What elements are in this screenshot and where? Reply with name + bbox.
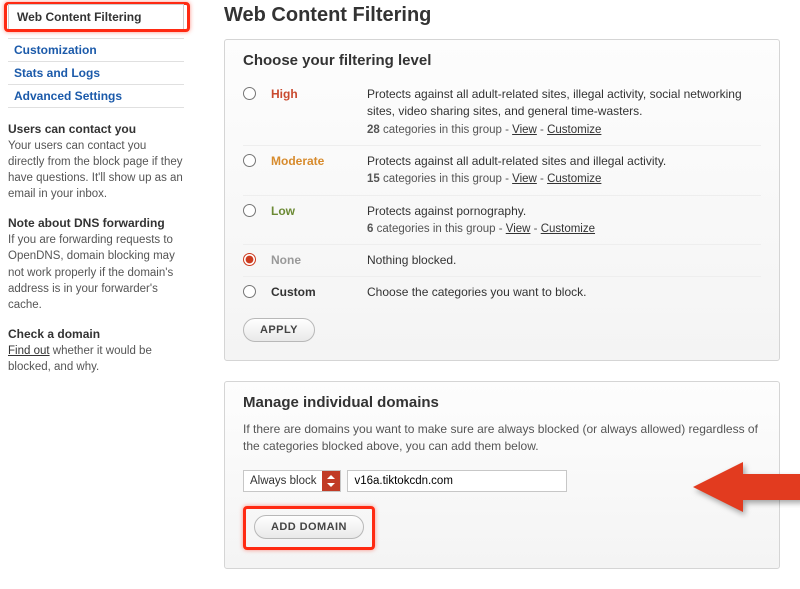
select-dropdown-icon[interactable] <box>322 471 340 491</box>
domains-note: If there are domains you want to make su… <box>243 421 761 456</box>
level-row-none: NoneNothing blocked. <box>243 245 761 277</box>
filtering-panel: Choose your filtering level HighProtects… <box>224 39 780 361</box>
level-desc-none: Nothing blocked. <box>367 252 761 269</box>
level-radio-high[interactable] <box>243 87 256 100</box>
level-row-high: HighProtects against all adult-related s… <box>243 79 761 146</box>
side-text-contact: Your users can contact you directly from… <box>8 138 184 202</box>
level-radio-low[interactable] <box>243 204 256 217</box>
level-view-link-high[interactable]: View <box>512 124 537 136</box>
nav-link-advanced-settings[interactable]: Advanced Settings <box>8 85 184 108</box>
level-name-none: None <box>271 252 367 267</box>
domain-input[interactable] <box>347 470 567 492</box>
side-heading-dns: Note about DNS forwarding <box>8 216 184 230</box>
nav-link-stats-and-logs[interactable]: Stats and Logs <box>8 62 184 85</box>
side-text-dns: If you are forwarding requests to OpenDN… <box>8 232 184 312</box>
side-text-check: Find out whether it would be blocked, an… <box>8 343 184 375</box>
add-domain-button[interactable]: ADD DOMAIN <box>254 515 364 539</box>
level-radio-custom[interactable] <box>243 285 256 298</box>
level-row-moderate: ModerateProtects against all adult-relat… <box>243 146 761 196</box>
domains-heading: Manage individual domains <box>243 394 761 411</box>
find-out-link[interactable]: Find out <box>8 345 50 357</box>
filtering-heading: Choose your filtering level <box>243 52 761 69</box>
level-name-custom: Custom <box>271 284 367 299</box>
level-name-high: High <box>271 86 367 101</box>
nav-link-customization[interactable]: Customization <box>8 38 184 62</box>
level-customize-link-high[interactable]: Customize <box>547 124 601 136</box>
apply-button[interactable]: APPLY <box>243 318 315 342</box>
level-view-link-moderate[interactable]: View <box>512 173 537 185</box>
side-heading-contact: Users can contact you <box>8 122 184 136</box>
level-view-link-low[interactable]: View <box>506 223 531 235</box>
level-meta-low: 6 categories in this group - View - Cust… <box>367 221 761 237</box>
level-radio-none[interactable] <box>243 253 256 266</box>
level-desc-moderate: Protects against all adult-related sites… <box>367 153 761 188</box>
domain-action-value: Always block <box>250 475 316 487</box>
arrow-annotation <box>693 462 800 512</box>
level-meta-high: 28 categories in this group - View - Cus… <box>367 122 761 138</box>
level-row-custom: CustomChoose the categories you want to … <box>243 277 761 308</box>
level-desc-low: Protects against pornography.6 categorie… <box>367 203 761 238</box>
level-meta-moderate: 15 categories in this group - View - Cus… <box>367 171 761 187</box>
nav-tab-web-content-filtering[interactable]: Web Content Filtering <box>8 4 184 29</box>
level-customize-link-low[interactable]: Customize <box>541 223 595 235</box>
level-desc-custom: Choose the categories you want to block. <box>367 284 761 301</box>
level-name-low: Low <box>271 203 367 218</box>
domain-action-select[interactable]: Always block <box>243 470 341 492</box>
page-title: Web Content Filtering <box>224 4 780 27</box>
level-desc-high: Protects against all adult-related sites… <box>367 86 761 138</box>
side-heading-check: Check a domain <box>8 327 184 341</box>
domains-panel: Manage individual domains If there are d… <box>224 381 780 569</box>
level-radio-moderate[interactable] <box>243 154 256 167</box>
highlight-add-annotation: ADD DOMAIN <box>243 506 375 550</box>
level-customize-link-moderate[interactable]: Customize <box>547 173 601 185</box>
level-row-low: LowProtects against pornography.6 catego… <box>243 196 761 246</box>
level-name-moderate: Moderate <box>271 153 367 168</box>
